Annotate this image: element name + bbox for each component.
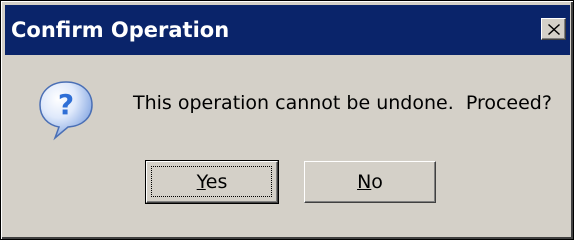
yes-button-label: Yes [197, 171, 228, 193]
no-mnemonic: N [357, 171, 372, 193]
window-title: Confirm Operation [11, 18, 230, 42]
confirm-dialog: Confirm Operation ? This operation canno… [0, 0, 574, 240]
question-icon: ? [39, 81, 93, 141]
no-button[interactable]: No [304, 161, 436, 203]
no-label-rest: o [371, 171, 383, 193]
title-bar[interactable]: Confirm Operation [5, 5, 570, 55]
confirmation-message: This operation cannot be undone. Proceed… [133, 92, 552, 114]
no-button-label: No [357, 171, 383, 193]
yes-button[interactable]: Yes [145, 160, 279, 204]
yes-label-rest: es [205, 171, 228, 193]
close-button[interactable] [541, 18, 566, 40]
close-icon [548, 24, 560, 35]
question-glyph: ? [58, 88, 74, 121]
yes-mnemonic: Y [196, 171, 206, 193]
